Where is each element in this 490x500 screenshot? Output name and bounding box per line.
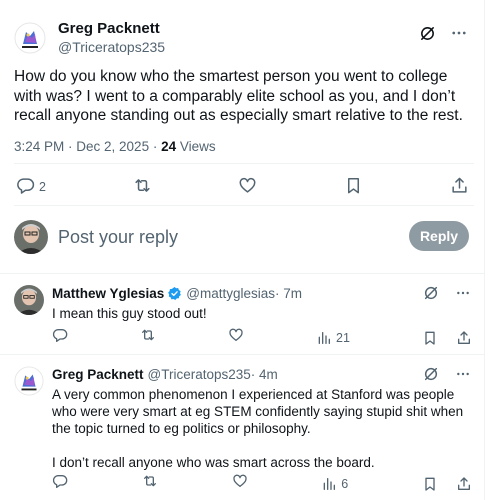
author-name[interactable]: Matthew Yglesias (52, 285, 164, 302)
more-icon[interactable] (455, 285, 471, 306)
reply-icon (52, 475, 68, 488)
like-button[interactable] (232, 473, 248, 494)
views-count: 24 (161, 139, 177, 154)
author-name[interactable]: Greg Packnett (58, 20, 165, 38)
more-icon[interactable] (455, 366, 471, 387)
main-tweet-meta: 3:24 PM · Dec 2, 2025 · 24 Views (14, 139, 216, 154)
repost-icon (142, 329, 155, 341)
reply-header: Greg Packnett @Triceratops235 · 4m (52, 366, 470, 383)
reply-header-icons (423, 366, 471, 387)
verified-badge-icon (167, 286, 182, 301)
reply-actions: 21 (52, 327, 472, 348)
avatar[interactable] (14, 220, 48, 254)
reply-paragraph: A very common phenomenon I experienced a… (52, 387, 464, 436)
like-icon (232, 474, 247, 487)
reply-icon (52, 329, 68, 342)
reply-text: A very common phenomenon I experienced a… (52, 386, 470, 471)
reply-time[interactable]: · 7m (275, 285, 302, 302)
views-icon (323, 477, 336, 490)
reply-paragraph: I don’t recall anyone who was smart acro… (52, 455, 375, 470)
more-icon[interactable] (450, 24, 468, 47)
reply-tweet-2[interactable]: Greg Packnett @Triceratops235 · 4m A ver… (14, 366, 471, 496)
tweet-timestamp[interactable]: 3:24 PM · Dec 2, 2025 · (14, 139, 161, 154)
repost-button[interactable] (140, 327, 156, 348)
author-handle[interactable]: @Triceratops235 (58, 38, 165, 56)
repost-button[interactable] (133, 176, 152, 198)
main-tweet-header-icons (419, 24, 468, 47)
main-tweet-header: Greg Packnett @Triceratops235 (14, 20, 165, 56)
views-count: 6 (341, 476, 349, 491)
bookmark-icon (425, 477, 435, 491)
reply-time[interactable]: · 4m (251, 366, 278, 383)
reply-paragraph (52, 437, 470, 454)
reply-button[interactable] (52, 473, 68, 494)
share-button[interactable] (422, 330, 472, 346)
like-icon (229, 328, 243, 341)
reply-actions: 6 (52, 473, 472, 494)
views-icon (318, 331, 331, 344)
grok-icon[interactable] (423, 285, 439, 306)
main-tweet-actions: 2 (16, 176, 469, 198)
reply-tweet-1[interactable]: Matthew Yglesias @mattyglesias · 7m I me… (14, 285, 471, 355)
bookmark-button[interactable] (344, 176, 363, 198)
views-label: Views (176, 139, 216, 154)
main-tweet-text: How do you know who the smartest person … (14, 68, 463, 124)
reply-submit-button[interactable]: Reply (409, 221, 469, 251)
reply-button[interactable]: 2 (16, 176, 46, 198)
conversation-column: Greg Packnett @Triceratops235 How do you… (0, 0, 485, 500)
views-count: 21 (336, 330, 350, 345)
like-icon (238, 176, 257, 198)
reply-count: 2 (39, 180, 46, 194)
repost-button[interactable] (142, 473, 158, 494)
like-button[interactable] (228, 327, 244, 348)
reply-header: Matthew Yglesias @mattyglesias · 7m (52, 285, 470, 302)
author-handle[interactable]: @mattyglesias (186, 285, 275, 302)
avatar[interactable] (14, 22, 46, 54)
divider (14, 163, 474, 164)
share-icon (457, 476, 470, 490)
divider (0, 273, 485, 274)
like-button[interactable] (238, 176, 257, 198)
views-button[interactable]: 6 (321, 476, 348, 492)
avatar[interactable] (14, 366, 44, 396)
divider (14, 205, 474, 206)
author-handle[interactable]: @Triceratops235 (148, 366, 251, 383)
grok-icon[interactable] (423, 366, 439, 387)
avatar[interactable] (14, 285, 44, 315)
reply-composer: Post your reply Reply (14, 217, 469, 257)
repost-icon (133, 176, 152, 198)
views-button[interactable]: 21 (316, 330, 350, 346)
repost-icon (143, 475, 156, 487)
bookmark-icon (425, 331, 435, 345)
share-icon (457, 330, 470, 344)
reply-header-icons (423, 285, 471, 306)
reply-button[interactable] (52, 327, 68, 348)
bookmark-icon (344, 176, 363, 198)
grok-icon[interactable] (419, 25, 436, 47)
reply-paragraph: I mean this guy stood out! (52, 306, 207, 321)
reply-text: I mean this guy stood out! (52, 305, 470, 322)
reply-icon (16, 176, 35, 198)
divider (0, 354, 485, 355)
author-name[interactable]: Greg Packnett (52, 366, 144, 383)
share-icon (450, 176, 469, 198)
share-button[interactable] (422, 476, 472, 492)
share-button[interactable] (450, 176, 469, 198)
reply-input[interactable]: Post your reply (58, 227, 178, 248)
previous-post-action-bar (0, 0, 485, 8)
